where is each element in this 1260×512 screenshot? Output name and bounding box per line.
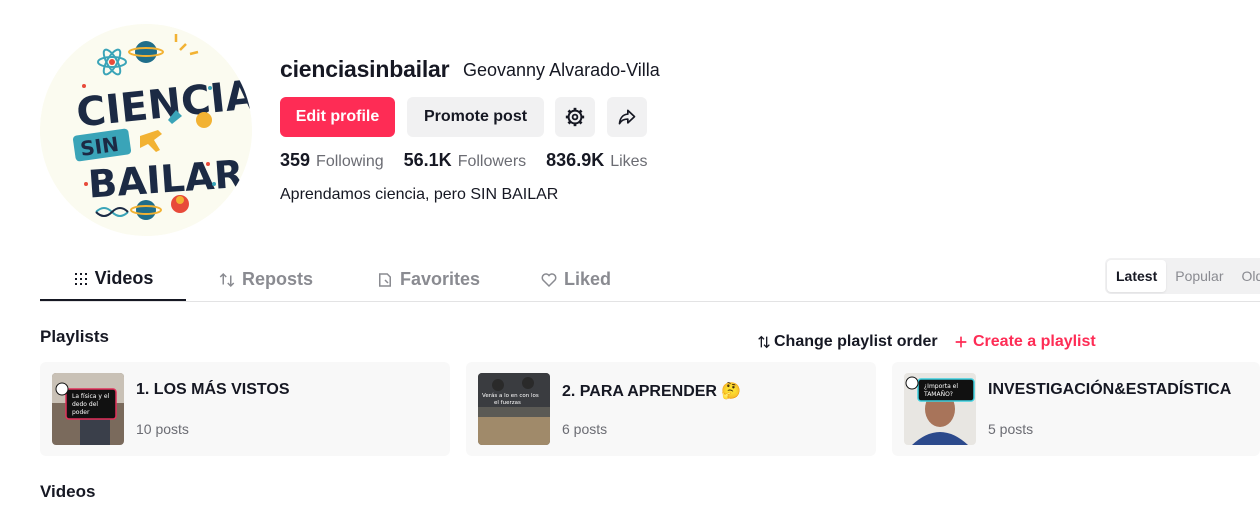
svg-text:el fuerzas: el fuerzas	[494, 400, 521, 406]
edit-profile-button[interactable]: Edit profile	[280, 97, 395, 137]
playlist-count: 6 posts	[562, 421, 608, 437]
username: cienciasinbailar	[280, 56, 450, 82]
playlist-card[interactable]: La física y el dedo del poder 1. LOS MÁS…	[40, 362, 450, 456]
tab-label: Reposts	[242, 269, 314, 289]
share-icon	[618, 109, 636, 125]
svg-text:poder: poder	[72, 409, 90, 416]
repost-icon	[219, 272, 235, 287]
change-playlist-order-button[interactable]: Change playlist order	[756, 333, 938, 351]
playlist-count: 10 posts	[136, 421, 189, 437]
ciencia-sin-bailar-logo: CIENCIA BAILAR SIN	[40, 24, 252, 236]
sort-latest[interactable]: Latest	[1107, 260, 1167, 292]
nickname: Geovanny Alvarado-Villa	[463, 60, 660, 80]
playlist-name: 1. LOS MÁS VISTOS	[136, 381, 290, 398]
playlist-thumbnail: Verás a lo en con los el fuerzas	[478, 373, 550, 445]
thumb-caption: La física y el	[72, 393, 110, 400]
create-playlist-button[interactable]: Create a playlist	[953, 333, 1096, 351]
videos-heading: Videos	[40, 482, 96, 501]
profile-tabs: Videos Reposts Favorites Liked	[40, 258, 1260, 302]
tab-videos[interactable]: Videos	[40, 258, 186, 301]
sort-popular[interactable]: Popular	[1166, 260, 1232, 292]
followers-count: 56.1K	[403, 150, 452, 170]
share-button[interactable]	[607, 97, 647, 137]
bio: Aprendamos ciencia, pero SIN BAILAR	[280, 186, 559, 203]
svg-text:dedo del: dedo del	[72, 401, 98, 408]
tab-liked[interactable]: Liked	[540, 258, 611, 301]
gear-icon	[565, 107, 585, 127]
sort-toggle: Latest Popular Oldest	[1105, 258, 1260, 294]
playlist-card[interactable]: ¿Importa el TAMAÑO? INVESTIGACIÓN&ESTADÍ…	[892, 362, 1260, 456]
create-playlist-label: Create a playlist	[973, 333, 1096, 350]
following-stat[interactable]: 359 Following	[280, 150, 384, 171]
tab-reposts[interactable]: Reposts	[218, 258, 313, 301]
likes-count: 836.9K	[546, 150, 605, 170]
followers-label: Followers	[457, 153, 527, 170]
change-order-label: Change playlist order	[774, 333, 938, 350]
playlist-thumbnail: ¿Importa el TAMAÑO?	[904, 373, 976, 445]
followers-stat[interactable]: 56.1K Followers	[404, 150, 527, 171]
profile-stats: 359 Following 56.1K Followers 836.9K Lik…	[280, 150, 668, 171]
playlists-heading: Playlists	[40, 327, 109, 346]
grid-icon	[74, 272, 87, 285]
avatar[interactable]: CIENCIA BAILAR SIN	[40, 24, 252, 236]
sort-oldest[interactable]: Oldest	[1233, 260, 1260, 292]
likes-label: Likes	[610, 153, 648, 170]
svg-text:TAMAÑO?: TAMAÑO?	[923, 391, 953, 398]
settings-button[interactable]	[555, 97, 595, 137]
thumb-caption: Verás a lo en con los	[482, 392, 539, 399]
playlist-count: 5 posts	[988, 421, 1034, 437]
promote-post-button[interactable]: Promote post	[407, 97, 544, 137]
playlist-thumbnail: La física y el dedo del poder	[52, 373, 124, 445]
tab-label: Videos	[94, 268, 154, 288]
tab-label: Liked	[564, 269, 612, 289]
likes-stat: 836.9K Likes	[546, 150, 647, 171]
thumb-caption: ¿Importa el	[924, 383, 958, 390]
following-count: 359	[280, 150, 311, 170]
heart-icon	[541, 272, 557, 287]
tab-favorites[interactable]: Favorites	[376, 258, 480, 301]
bookmark-icon	[379, 272, 391, 287]
plus-icon	[955, 336, 967, 348]
tab-label: Favorites	[400, 269, 481, 289]
following-label: Following	[316, 153, 384, 170]
playlist-name: INVESTIGACIÓN&ESTADÍSTICA	[988, 381, 1232, 398]
sort-order-icon	[758, 335, 770, 349]
playlist-card[interactable]: Verás a lo en con los el fuerzas 2. PARA…	[466, 362, 876, 456]
playlist-name: 2. PARA APRENDER 🤔	[562, 383, 742, 400]
